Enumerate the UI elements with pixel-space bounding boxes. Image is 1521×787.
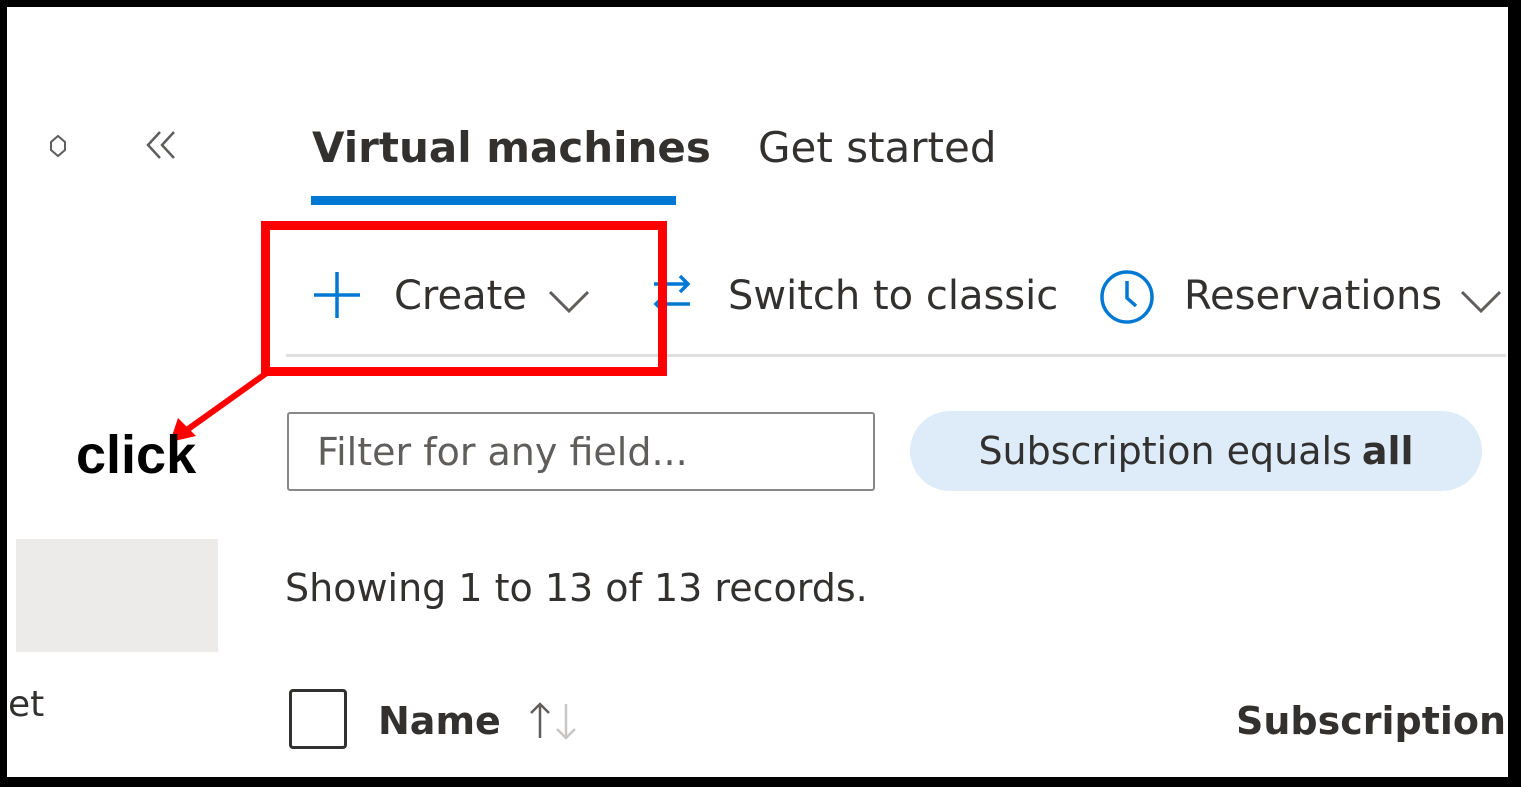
reservations-button[interactable]: Reservations xyxy=(1184,270,1442,322)
subscription-filter-pill[interactable]: Subscription equals all xyxy=(910,411,1482,491)
annotation-label: click xyxy=(76,425,197,485)
record-count-status: Showing 1 to 13 of 13 records. xyxy=(285,566,868,610)
clock-icon[interactable] xyxy=(1098,268,1156,326)
filter-pill-label: Subscription equals xyxy=(978,429,1352,473)
sidebar-item-label: et xyxy=(8,684,45,725)
select-all-checkbox[interactable] xyxy=(289,689,347,749)
column-header-name[interactable]: Name xyxy=(378,696,501,746)
tab-virtual-machines[interactable]: Virtual machines xyxy=(312,118,711,178)
filter-input[interactable] xyxy=(287,412,875,491)
switch-to-classic-button[interactable]: Switch to classic xyxy=(728,270,1058,322)
column-header-subscription[interactable]: Subscription xyxy=(1236,696,1506,746)
filter-pill-value: all xyxy=(1361,429,1414,473)
active-tab-indicator xyxy=(311,196,676,205)
tab-get-started[interactable]: Get started xyxy=(758,118,997,178)
annotation-highlight-box xyxy=(261,221,667,376)
pin-icon[interactable] xyxy=(46,132,70,160)
double-chevron-left-icon[interactable] xyxy=(144,128,180,162)
sidebar-selected-item[interactable] xyxy=(16,539,218,652)
chevron-down-icon[interactable] xyxy=(1458,286,1504,316)
sort-icon[interactable] xyxy=(524,698,582,744)
